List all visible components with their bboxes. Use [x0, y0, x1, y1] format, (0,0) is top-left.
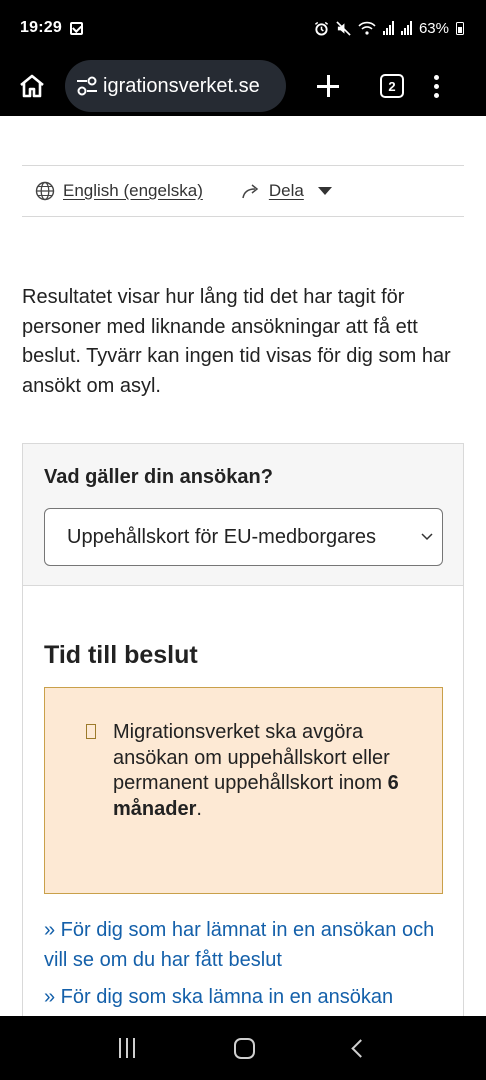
back-icon[interactable]: [350, 1038, 370, 1058]
utility-bar: English (engelska) Dela: [22, 165, 464, 217]
status-time: 19:29: [20, 19, 62, 36]
link-list: » För dig som har lämnat in en ansökan o…: [44, 916, 444, 1016]
alarm-icon: [314, 21, 329, 36]
result-title: Tid till beslut: [44, 641, 198, 669]
chevron-down-icon[interactable]: [420, 529, 434, 543]
info-icon: [86, 724, 96, 739]
decision-time-notice: Migrationsverket ska avgöra ansökan om u…: [44, 687, 443, 894]
application-type-selector: Vad gäller din ansökan? Uppehållskort fö…: [22, 443, 464, 586]
result-panel: Tid till beslut Migrationsverket ska avg…: [22, 586, 464, 1016]
select-value[interactable]: Uppehållskort för EU-medborgares: [67, 526, 405, 549]
share-link-label[interactable]: Dela: [269, 181, 304, 201]
new-tab-button[interactable]: [316, 74, 340, 98]
address-bar[interactable]: igrationsverket.se: [65, 60, 286, 112]
notice-text-main: Migrationsverket ska avgöra ansökan om u…: [113, 721, 390, 794]
selector-label: Vad gäller din ansökan?: [44, 466, 273, 488]
signal-icon: [382, 21, 394, 35]
signal-icon-2: [400, 21, 412, 35]
more-vert-icon[interactable]: [434, 74, 440, 98]
link-submit-application[interactable]: » För dig som ska lämna in en ansökan: [44, 983, 444, 1013]
web-page: English (engelska) Dela Resultatet visar…: [0, 116, 486, 1016]
battery-percent: 63%: [418, 19, 449, 37]
tune-icon[interactable]: [75, 75, 99, 97]
home-icon[interactable]: [19, 74, 45, 98]
wifi-icon: [358, 21, 376, 35]
language-link[interactable]: English (engelska): [35, 181, 203, 201]
language-link-label[interactable]: English (engelska): [63, 181, 203, 201]
globe-icon: [35, 181, 55, 201]
application-type-select[interactable]: Uppehållskort för EU-medborgares: [44, 508, 443, 566]
battery-icon: [456, 21, 464, 35]
mute-icon: [336, 20, 351, 36]
share-link[interactable]: Dela: [241, 181, 332, 201]
tab-switcher-button[interactable]: 2: [380, 74, 404, 98]
status-bar: 19:29 63%: [0, 0, 486, 56]
intro-paragraph: Resultatet visar hur lång tid det har ta…: [22, 286, 451, 397]
link-check-decision[interactable]: » För dig som har lämnat in en ansökan o…: [44, 916, 444, 975]
notice-text-end: .: [196, 797, 202, 820]
android-nav-bar: [0, 1016, 486, 1080]
notice-text: Migrationsverket ska avgöra ansökan om u…: [113, 720, 413, 822]
url-text[interactable]: igrationsverket.se: [103, 75, 260, 98]
recent-apps-icon[interactable]: [119, 1038, 136, 1058]
nav-home-icon[interactable]: [233, 1037, 255, 1059]
share-arrow-icon: [242, 184, 259, 199]
browser-toolbar: igrationsverket.se 2: [0, 56, 486, 116]
caret-down-icon[interactable]: [317, 187, 332, 195]
notification-check-icon: [69, 21, 83, 35]
